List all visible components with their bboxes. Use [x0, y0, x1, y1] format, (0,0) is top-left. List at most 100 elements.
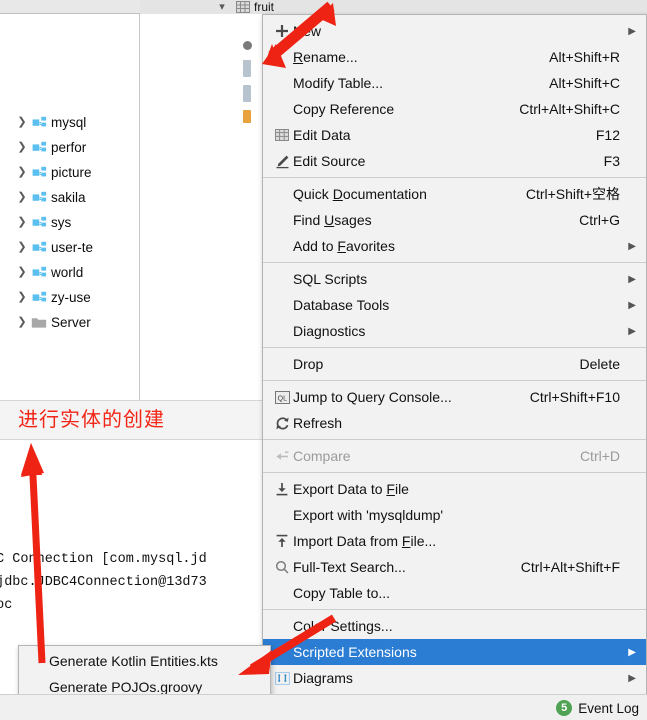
menu-item-database-tools[interactable]: Database Tools ▶ — [263, 292, 646, 318]
menu-item-shortcut: Alt+Shift+R — [549, 49, 620, 65]
menu-item-shortcut: Ctrl+G — [579, 212, 620, 228]
chevron-right-icon[interactable]: ❯ — [14, 292, 30, 303]
chevron-right-icon[interactable]: ❯ — [14, 267, 30, 278]
ql-icon: QL — [271, 390, 293, 404]
submenu-arrow-icon: ▶ — [628, 273, 636, 285]
menu-item-rename[interactable]: Rename... Alt+Shift+R — [263, 44, 646, 70]
menu-item-label: Drop — [293, 356, 324, 372]
schema-icon — [30, 266, 48, 279]
menu-item-label: Import Data from File... — [293, 533, 437, 549]
submenu-arrow-icon: ▶ — [628, 672, 636, 684]
screenshot-root: ▾ fruit ❯ mysql ❯ perfor ❯ picture ❯ sakila ❯ sys… — [0, 0, 647, 720]
menu-item-copy-reference[interactable]: Copy Reference Ctrl+Alt+Shift+C — [263, 96, 646, 122]
submenu-arrow-icon: ▶ — [628, 25, 636, 37]
folder-icon — [30, 316, 48, 329]
event-log-button[interactable]: 5 Event Log — [556, 698, 639, 718]
menu-item-label: Diagnostics — [293, 323, 366, 339]
submenu-arrow-icon: ▶ — [628, 240, 636, 252]
menu-item-export-data-to-file[interactable]: Export Data to File — [263, 476, 646, 502]
menu-item-label: Rename... — [293, 49, 358, 65]
submenu-arrow-icon: ▶ — [628, 299, 636, 311]
tree-item-label: sakila — [51, 190, 86, 205]
tree-node-stub-icon — [243, 85, 251, 102]
menu-item-edit-data[interactable]: Edit Data F12 — [263, 122, 646, 148]
chevron-right-icon[interactable]: ❯ — [14, 142, 30, 153]
tree-item-server[interactable]: ❯ Server — [0, 310, 130, 335]
tree-item-zy-use[interactable]: ❯ zy-use — [0, 285, 130, 310]
menu-item-shortcut: Ctrl+Shift+F10 — [529, 389, 620, 405]
menu-separator — [263, 262, 646, 263]
refresh-icon — [271, 416, 293, 431]
tree-node-stub-icon — [243, 60, 251, 77]
menu-item-shortcut: Alt+Shift+C — [549, 75, 620, 91]
diagram-icon — [271, 671, 293, 685]
menu-item-diagrams[interactable]: Diagrams ▶ — [263, 665, 646, 691]
event-log-count-badge: 5 — [556, 700, 573, 716]
tree-item-sakila[interactable]: ❯ sakila — [0, 185, 130, 210]
submenu-arrow-icon: ▶ — [628, 325, 636, 337]
schema-icon — [30, 216, 48, 229]
pencil-icon — [271, 154, 293, 169]
menu-item-modify-table[interactable]: Modify Table... Alt+Shift+C — [263, 70, 646, 96]
tree-item-perfor[interactable]: ❯ perfor — [0, 135, 130, 160]
download-icon — [271, 482, 293, 496]
chevron-down-icon[interactable]: ▾ — [215, 1, 229, 13]
tree-item-mysql[interactable]: ❯ mysql — [0, 110, 130, 135]
menu-item-label: Diagrams — [293, 670, 353, 686]
menu-item-color-settings[interactable]: Color Settings... — [263, 613, 646, 639]
menu-item-jump-to-query-console[interactable]: QL Jump to Query Console... Ctrl+Shift+F10 — [263, 384, 646, 410]
menu-item-label: Jump to Query Console... — [293, 389, 452, 405]
menu-item-label: Edit Data — [293, 127, 351, 143]
tree-item-picture[interactable]: ❯ picture — [0, 160, 130, 185]
tree-item-label: mysql — [51, 115, 87, 130]
upload-icon — [271, 534, 293, 548]
menu-item-copy-table-to[interactable]: Copy Table to... — [263, 580, 646, 606]
menu-item-sql-scripts[interactable]: SQL Scripts ▶ — [263, 266, 646, 292]
menu-item-label: Copy Reference — [293, 101, 395, 117]
chevron-right-icon[interactable]: ❯ — [14, 317, 30, 328]
table-context-menu[interactable]: New ▶ Rename... Alt+Shift+R Modify Table... A… — [262, 14, 647, 709]
menu-item-label: Compare — [293, 448, 351, 464]
menu-item-add-to-favorites[interactable]: Add to Favorites ▶ — [263, 233, 646, 259]
schema-icon — [30, 291, 48, 304]
menu-item-shortcut: Ctrl+Shift+空格 — [525, 186, 620, 202]
tree-item-label: picture — [51, 165, 92, 180]
tree-item-sys[interactable]: ❯ sys — [0, 210, 130, 235]
menu-item-label: Full-Text Search... — [293, 559, 406, 575]
menu-item-shortcut: Ctrl+D — [579, 448, 620, 464]
menu-separator — [263, 380, 646, 381]
menu-item-full-text-search[interactable]: Full-Text Search... Ctrl+Alt+Shift+F — [263, 554, 646, 580]
console-line: ooc — [0, 598, 13, 613]
menu-item-scripted-extensions[interactable]: Scripted Extensions ▶ — [263, 639, 646, 665]
menu-item-shortcut: Delete — [579, 356, 620, 372]
menu-item-export-with-mysqldump[interactable]: Export with 'mysqldump' — [263, 502, 646, 528]
menu-item-find-usages[interactable]: Find Usages Ctrl+G — [263, 207, 646, 233]
tree-item-user-te[interactable]: ❯ user-te — [0, 235, 130, 260]
menu-item-label: Export Data to File — [293, 481, 409, 497]
menu-item-shortcut: F3 — [603, 153, 620, 169]
menu-separator — [263, 347, 646, 348]
chevron-right-icon[interactable]: ❯ — [14, 242, 30, 253]
submenu-item-label: Generate POJOs.groovy — [49, 679, 203, 695]
search-icon — [271, 560, 293, 574]
menu-item-import-data-from-file[interactable]: Import Data from File... — [263, 528, 646, 554]
tree-item-label: world — [51, 265, 84, 280]
menu-separator — [263, 439, 646, 440]
menu-item-edit-source[interactable]: Edit Source F3 — [263, 148, 646, 174]
chevron-right-icon[interactable]: ❯ — [14, 192, 30, 203]
chevron-right-icon[interactable]: ❯ — [14, 217, 30, 228]
menu-item-drop[interactable]: Drop Delete — [263, 351, 646, 377]
tree-item-world[interactable]: ❯ world — [0, 260, 130, 285]
table-icon — [236, 1, 250, 13]
menu-item-diagnostics[interactable]: Diagnostics ▶ — [263, 318, 646, 344]
chevron-right-icon[interactable]: ❯ — [14, 117, 30, 128]
menu-item-label: Add to Favorites — [293, 238, 395, 254]
menu-item-refresh[interactable]: Refresh — [263, 410, 646, 436]
menu-item-new[interactable]: New ▶ — [263, 18, 646, 44]
menu-item-label: Copy Table to... — [293, 585, 391, 601]
status-bar: 5 Event Log — [0, 694, 647, 720]
submenu-item-generate-kotlin-entities-kts[interactable]: Generate Kotlin Entities.kts — [19, 648, 270, 674]
table-icon — [271, 129, 293, 141]
chevron-right-icon[interactable]: ❯ — [14, 167, 30, 178]
menu-item-quick-documentation[interactable]: Quick Documentation Ctrl+Shift+空格 — [263, 181, 646, 207]
